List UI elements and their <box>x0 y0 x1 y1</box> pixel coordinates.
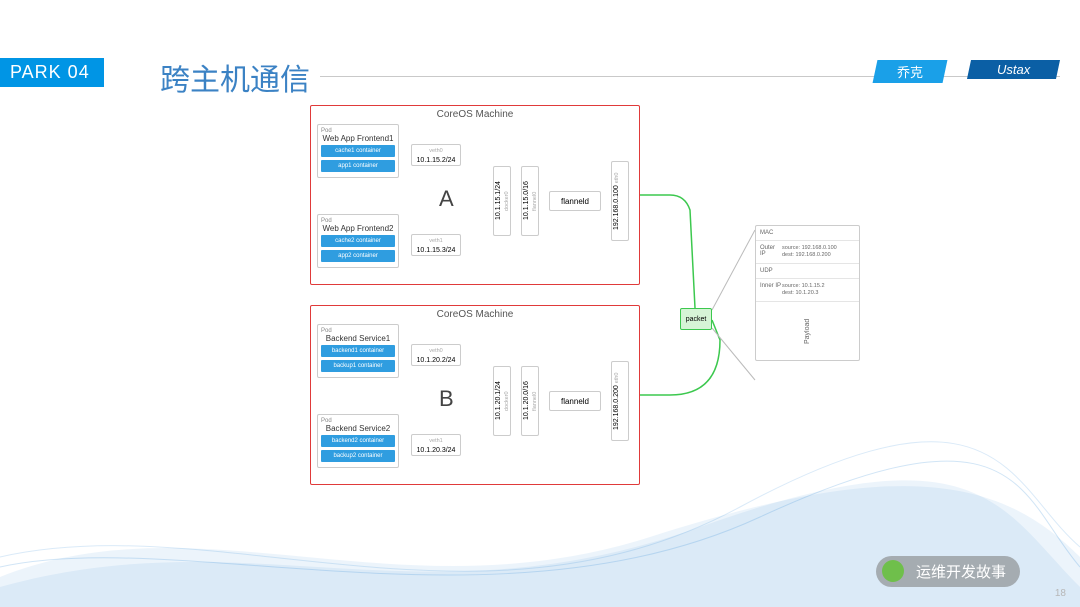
eth-b: 192.168.0.200 eth0 <box>611 361 629 441</box>
docker0-b: 10.1.20.1/24 docker0 <box>493 366 511 436</box>
pod-b1: Pod Backend Service1 backend1 container … <box>317 324 399 378</box>
pod-b1-name: Backend Service1 <box>321 334 395 343</box>
container: backend2 container <box>321 435 395 447</box>
flanneld-b: flanneld <box>549 391 601 411</box>
docker0-a: 10.1.15.1/24 docker0 <box>493 166 511 236</box>
pod-b2: Pod Backend Service2 backend2 container … <box>317 414 399 468</box>
machine-b-label: CoreOS Machine <box>311 309 639 320</box>
flannel0-a: 10.1.15.0/16 flannel0 <box>521 166 539 236</box>
flannel0-b: 10.1.20.0/16 flannel0 <box>521 366 539 436</box>
machine-a: CoreOS Machine Pod Web App Frontend1 cac… <box>310 105 640 285</box>
packet-detail: MAC Outer IPsource: 192.168.0.100 dest: … <box>755 225 860 361</box>
pod-a2: Pod Web App Frontend2 cache2 container a… <box>317 214 399 268</box>
container: cache2 container <box>321 235 395 247</box>
veth-b0: veth0 10.1.20.2/24 <box>411 344 461 366</box>
container: app2 container <box>321 250 395 262</box>
page-number: 18 <box>1055 588 1066 599</box>
machine-a-label: CoreOS Machine <box>311 109 639 120</box>
container: cache1 container <box>321 145 395 157</box>
flanneld-a: flanneld <box>549 191 601 211</box>
container: backup1 container <box>321 360 395 372</box>
brand-tag: Ustax <box>967 60 1060 79</box>
pod-a1-name: Web App Frontend1 <box>321 134 395 143</box>
author-tag: 乔克 <box>873 60 948 83</box>
machine-b-letter: B <box>439 386 454 412</box>
pod-a2-name: Web App Frontend2 <box>321 224 395 233</box>
pod-b2-name: Backend Service2 <box>321 424 395 433</box>
veth-a0: veth0 10.1.15.2/24 <box>411 144 461 166</box>
pod-a1: Pod Web App Frontend1 cache1 container a… <box>317 124 399 178</box>
container: backend1 container <box>321 345 395 357</box>
section-tag: PARK 04 <box>0 58 104 87</box>
machine-b: CoreOS Machine Pod Backend Service1 back… <box>310 305 640 485</box>
container: app1 container <box>321 160 395 172</box>
veth-a1: veth1 10.1.15.3/24 <box>411 234 461 256</box>
eth-a: 192.168.0.100 eth0 <box>611 161 629 241</box>
container: backup2 container <box>321 450 395 462</box>
title-underline <box>320 76 1060 77</box>
packet: packet <box>680 308 712 330</box>
watermark: 运维开发故事 <box>876 556 1020 587</box>
slide-title: 跨主机通信 <box>160 55 310 99</box>
veth-b1: veth1 10.1.20.3/24 <box>411 434 461 456</box>
network-diagram: CoreOS Machine Pod Web App Frontend1 cac… <box>310 100 890 500</box>
machine-a-letter: A <box>439 186 454 212</box>
